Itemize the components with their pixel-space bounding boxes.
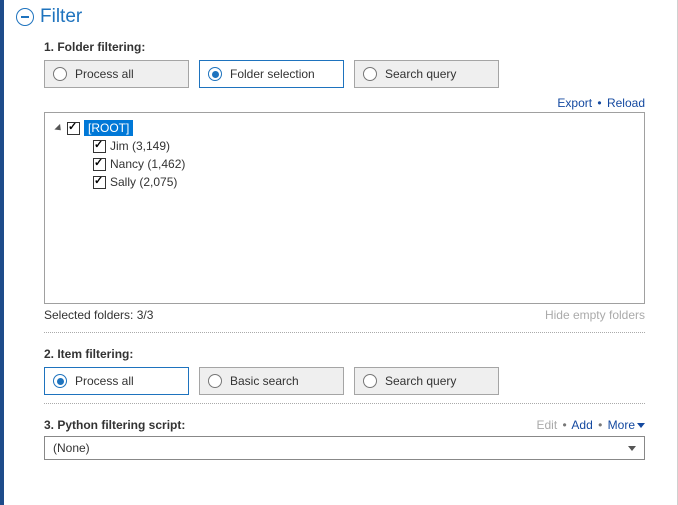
tree-item[interactable]: Sally (2,075)	[93, 173, 636, 191]
hide-empty-folders-link[interactable]: Hide empty folders	[545, 308, 645, 322]
radio-icon	[53, 374, 67, 388]
python-script-links: Edit • Add • More	[537, 418, 646, 432]
radio-label: Basic search	[230, 374, 299, 388]
edit-link: Edit	[537, 418, 558, 432]
filter-panel: Filter 1. Folder filtering: Process all …	[4, 0, 677, 470]
folder-tree-links: Export • Reload	[22, 96, 645, 110]
select-value: (None)	[53, 441, 90, 455]
collapse-icon[interactable]	[16, 8, 34, 26]
radio-label: Search query	[385, 374, 456, 388]
python-script-select[interactable]: (None)	[44, 436, 645, 460]
panel-header[interactable]: Filter	[16, 6, 659, 28]
export-link[interactable]: Export	[557, 96, 592, 110]
panel-title: Filter	[40, 6, 82, 28]
folder-option-process-all[interactable]: Process all	[44, 60, 189, 88]
tree-root-row[interactable]: [ROOT]	[53, 119, 636, 137]
tree-item-label: Nancy (1,462)	[110, 157, 185, 171]
checkbox-item[interactable]	[93, 140, 106, 153]
item-option-process-all[interactable]: Process all	[44, 367, 189, 395]
radio-label: Folder selection	[230, 67, 315, 81]
tree-item[interactable]: Nancy (1,462)	[93, 155, 636, 173]
item-option-basic-search[interactable]: Basic search	[199, 367, 344, 395]
radio-icon	[53, 67, 67, 81]
section-separator	[44, 332, 645, 333]
folder-option-search-query[interactable]: Search query	[354, 60, 499, 88]
tree-root-label[interactable]: [ROOT]	[84, 120, 133, 136]
radio-label: Process all	[75, 67, 134, 81]
tree-item-label: Jim (3,149)	[110, 139, 170, 153]
more-dropdown[interactable]: More	[608, 418, 645, 432]
item-filtering-label: 2. Item filtering:	[44, 347, 659, 361]
python-filtering-label: 3. Python filtering script:	[44, 418, 185, 432]
selected-folders-status: Selected folders: 3/3	[44, 308, 153, 322]
bullet-separator: •	[563, 418, 567, 432]
section-separator	[44, 403, 645, 404]
tree-item-label: Sally (2,075)	[110, 175, 177, 189]
bullet-separator: •	[598, 418, 602, 432]
item-filtering-options: Process all Basic search Search query	[44, 367, 659, 395]
folder-filtering-label: 1. Folder filtering:	[44, 40, 659, 54]
reload-link[interactable]: Reload	[607, 96, 645, 110]
radio-label: Process all	[75, 374, 134, 388]
radio-icon	[363, 67, 377, 81]
folder-status-row: Selected folders: 3/3 Hide empty folders	[44, 308, 645, 322]
add-link[interactable]: Add	[571, 418, 592, 432]
expand-icon[interactable]	[54, 123, 63, 132]
radio-icon	[208, 67, 222, 81]
python-script-header: 3. Python filtering script: Edit • Add •…	[44, 418, 645, 432]
bullet-separator: •	[597, 96, 601, 110]
checkbox-item[interactable]	[93, 158, 106, 171]
chevron-down-icon	[628, 446, 636, 451]
folder-option-folder-selection[interactable]: Folder selection	[199, 60, 344, 88]
folder-tree[interactable]: [ROOT] Jim (3,149) Nancy (1,462) Sally (…	[44, 112, 645, 304]
checkbox-root[interactable]	[67, 122, 80, 135]
checkbox-item[interactable]	[93, 176, 106, 189]
radio-label: Search query	[385, 67, 456, 81]
folder-filtering-options: Process all Folder selection Search quer…	[44, 60, 659, 88]
tree-item[interactable]: Jim (3,149)	[93, 137, 636, 155]
item-option-search-query[interactable]: Search query	[354, 367, 499, 395]
radio-icon	[363, 374, 377, 388]
radio-icon	[208, 374, 222, 388]
